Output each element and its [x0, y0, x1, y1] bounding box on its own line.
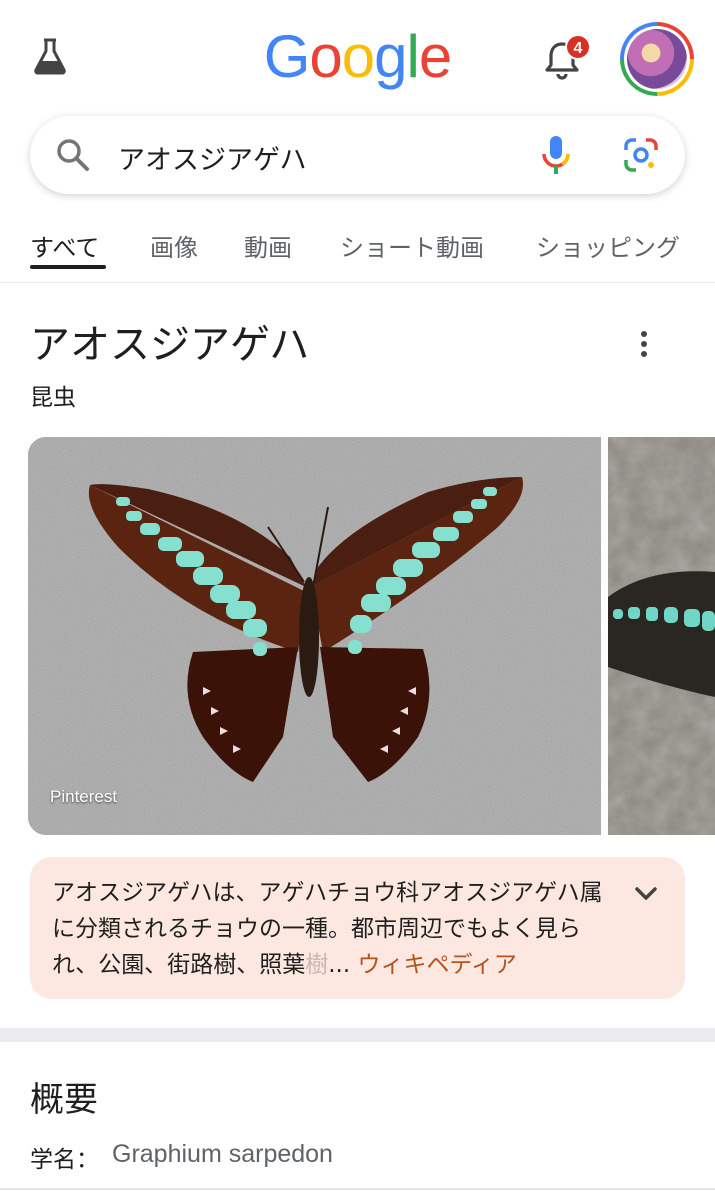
tab-short-videos[interactable]: ショート動画	[340, 228, 484, 263]
tab-all[interactable]: すべて	[30, 228, 99, 263]
google-lens-icon[interactable]	[622, 136, 660, 174]
profile-avatar-image	[627, 29, 687, 89]
entity-description[interactable]: アオスジアゲハは、アゲハチョウ科アオスジアゲハ属に分類されるチョウの一種。都市周…	[30, 857, 685, 999]
tab-videos[interactable]: 動画	[244, 228, 292, 263]
google-logo[interactable]: Google	[0, 22, 715, 91]
page-title: アオスジアゲハ	[30, 322, 310, 368]
divider	[0, 282, 715, 283]
tab-shopping[interactable]: ショッピング	[536, 228, 680, 263]
microphone-icon[interactable]	[538, 134, 574, 176]
description-text: アオスジアゲハは、アゲハチョウ科アオスジアゲハ属に分類されるチョウの一種。都市周…	[52, 875, 622, 983]
scientific-name-label: 学名：	[30, 1147, 99, 1173]
active-tab-indicator	[30, 265, 106, 269]
butterfly-image-secondary[interactable]	[608, 437, 715, 835]
image-source-label: Pinterest	[50, 787, 118, 806]
logo-letter: l	[406, 23, 420, 90]
butterfly-on-rock-image	[608, 437, 715, 835]
chevron-down-icon[interactable]	[632, 883, 660, 905]
more-vert-icon[interactable]	[630, 328, 658, 360]
divider	[0, 1188, 715, 1190]
butterfly-specimen-image	[28, 437, 601, 835]
search-box[interactable]: アオスジアゲハ	[30, 116, 685, 194]
search-tabs: すべて 画像 動画 ショート動画 ショッピング	[0, 220, 715, 280]
entity-subtitle: 昆虫	[30, 385, 76, 411]
overview-heading: 概要	[30, 1080, 98, 1120]
logo-letter: o	[341, 23, 375, 90]
logo-letter: o	[309, 23, 342, 90]
description-fade: 樹	[305, 952, 329, 978]
tab-images[interactable]: 画像	[150, 228, 198, 263]
avatar[interactable]	[620, 22, 694, 96]
logo-letter: e	[418, 23, 452, 90]
section-separator	[0, 1028, 715, 1042]
logo-letter: g	[374, 23, 407, 90]
top-bar: Google 4	[0, 0, 715, 112]
scientific-name-value: Graphium sarpedon	[112, 1140, 333, 1168]
butterfly-image-main[interactable]: Pinterest	[28, 437, 601, 835]
search-icon[interactable]	[54, 136, 92, 174]
notification-badge: 4	[565, 34, 591, 60]
logo-letter: G	[263, 23, 311, 90]
wikipedia-link[interactable]: ウィキペディア	[357, 952, 516, 978]
search-input[interactable]: アオスジアゲハ	[118, 138, 306, 177]
description-ellipsis: ...	[328, 952, 351, 978]
